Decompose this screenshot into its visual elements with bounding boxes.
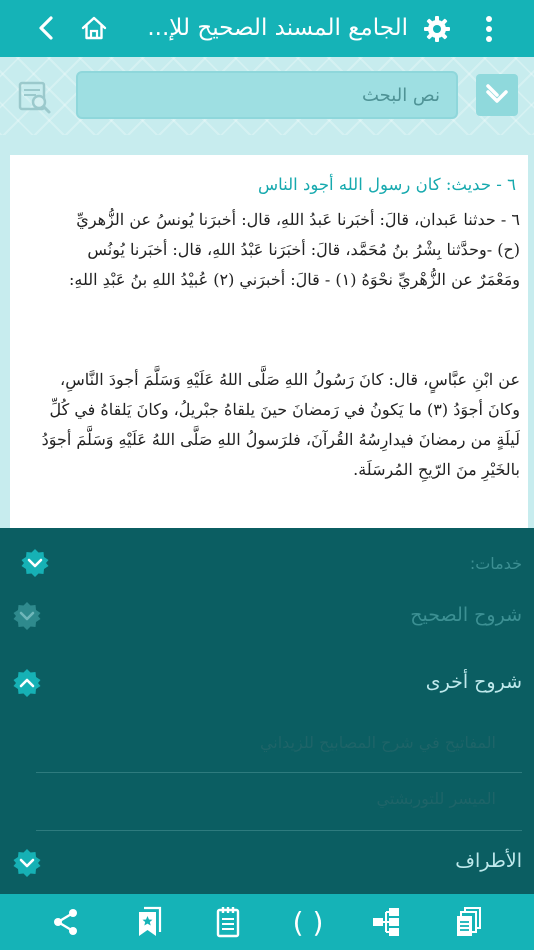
bookmark-star-icon[interactable] <box>134 906 166 938</box>
search-document-icon[interactable] <box>14 77 54 117</box>
section-sharh-sahih[interactable]: شروح الصحيح <box>410 604 522 626</box>
section-atraf[interactable]: الأطراف <box>455 850 522 872</box>
isnad-line: (ح) -وحدَّثنا بِشْرُ بنُ مُحَمَّد، قالَ:… <box>87 240 520 259</box>
matn-line: بالخَيْرِ منَ الرّيحِ المُرسَلَة. <box>353 460 520 479</box>
matn-line: وكانَ أجوَدُ (٣) ما يَكونُ في رَمضانَ حي… <box>49 400 521 419</box>
hadith-isnad: ٦ - حدثنا عَبدان، قالَ: أخبَرنا عَبدُ ال… <box>20 205 520 295</box>
list-item[interactable]: الميسر للتوربشتي <box>377 789 496 808</box>
search-input[interactable] <box>76 71 458 119</box>
divider <box>36 772 522 773</box>
matn-line: عن ابْنِ عبَّاسٍ، قال: كانَ رَسُولُ الله… <box>60 370 520 389</box>
chevron-up-icon[interactable] <box>12 668 42 698</box>
home-icon[interactable] <box>78 12 110 44</box>
copy-pages-icon[interactable] <box>452 906 484 938</box>
chevron-down-icon[interactable] <box>12 848 42 878</box>
share-icon[interactable] <box>50 906 82 938</box>
notes-icon[interactable] <box>212 906 244 938</box>
arrow-down-right-icon <box>486 84 508 103</box>
back-chevron-icon[interactable] <box>30 12 62 44</box>
gear-icon[interactable] <box>420 12 454 46</box>
bottom-toolbar: ( ) <box>0 894 534 950</box>
matn-line: لَيلَةٍ من رمضانَ فيدارِسُهُ القُرآنَ، ف… <box>41 430 520 449</box>
page-title: الجامع المسند الصحيح للإ... <box>147 15 408 41</box>
services-label: خدمات: <box>469 554 522 573</box>
hadith-title[interactable]: ٦ - حديث: كان رسول الله أجود الناس <box>258 175 516 194</box>
hadith-matn: عن ابْنِ عبَّاسٍ، قال: كانَ رَسُولُ الله… <box>20 365 520 485</box>
chevron-down-icon[interactable] <box>12 601 42 631</box>
search-options-button[interactable] <box>476 74 518 116</box>
chevron-down-icon[interactable] <box>20 548 50 578</box>
parentheses-glyph: ( ) <box>292 905 324 939</box>
list-item[interactable]: المفاتيح في شرح المصابيح للزيداني <box>260 733 496 752</box>
isnad-line: ٦ - حدثنا عَبدان، قالَ: أخبَرنا عَبدُ ال… <box>76 210 520 229</box>
tree-icon[interactable] <box>370 906 402 938</box>
services-panel: خدمات: شروح الصحيح شروح أخرى المفاتيح في… <box>0 528 534 894</box>
isnad-line: ومَعْمَرٌ عن الزُّهْريِّ نحْوَهُ (١) - ق… <box>69 270 520 289</box>
parentheses-icon[interactable]: ( ) <box>286 905 330 939</box>
section-other-commentaries[interactable]: شروح أخرى <box>426 671 522 693</box>
kebab-menu-icon[interactable] <box>474 12 504 46</box>
app-bar: الجامع المسند الصحيح للإ... <box>0 0 534 57</box>
search-bar <box>0 57 534 135</box>
divider <box>36 830 522 831</box>
